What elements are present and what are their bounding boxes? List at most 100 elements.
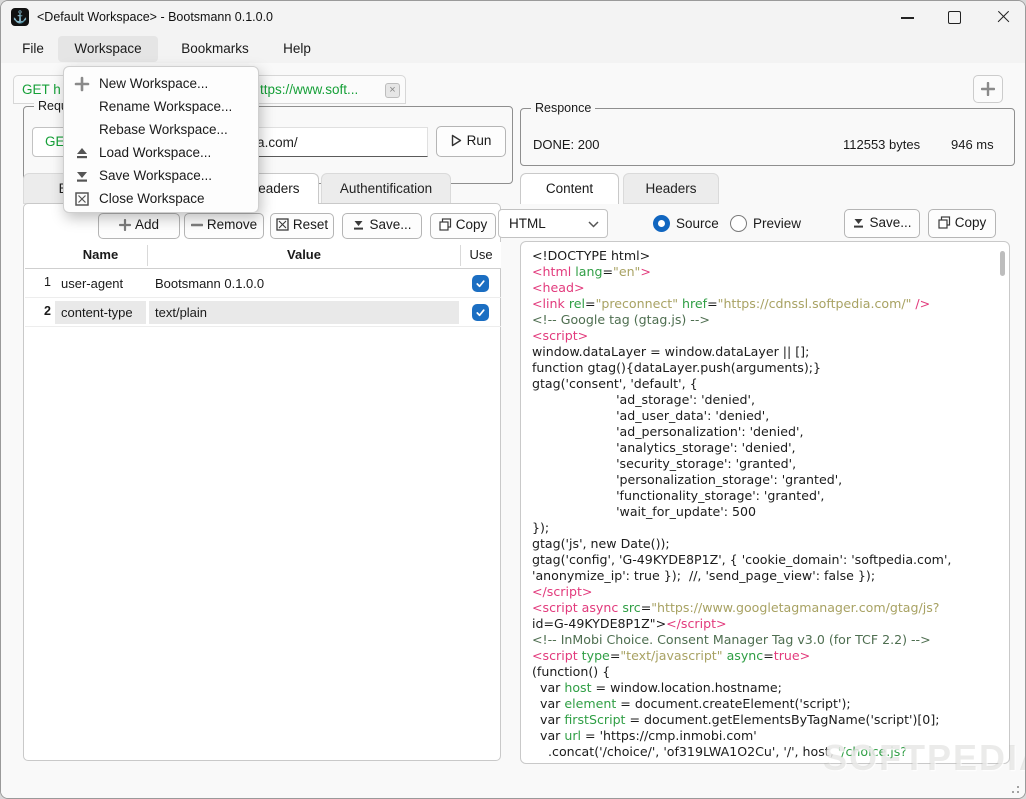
minimize-button[interactable] [885,1,931,33]
source-radio[interactable] [653,215,670,232]
code-line: 'analytics_storage': 'denied', [532,440,796,455]
code-line: id=G-49KYDE8P1Z"></script> [532,616,727,631]
value-cell[interactable]: text/plain [149,301,459,324]
copy-button[interactable]: Copy [430,213,496,239]
close-box-icon [75,192,89,206]
code-line: gtag('js', new Date()); [532,536,670,551]
code-line: <script type="text/javascript" async=tru… [532,648,811,663]
code-line: var firstScript = document.getElementsBy… [532,712,940,727]
minus-icon [190,223,204,227]
menu-bookmarks[interactable]: Bookmarks [169,36,261,62]
header-separator [460,245,461,266]
code-line: .concat('/choice/', 'of319LWA1O2Cu', '/'… [532,744,907,759]
run-button[interactable]: Run [436,126,506,157]
save-label: Save... [369,217,412,232]
code-content: <!DOCTYPE html> <html lang="en"> <head> <li… [532,248,1002,760]
copy-label: Copy [455,217,488,232]
code-line: 'ad_storage': 'denied', [532,392,755,407]
source-radio-label[interactable]: Source [676,216,719,231]
code-line: gtag('consent', 'default', { [532,376,698,391]
use-checkbox[interactable] [472,304,489,321]
code-line: <!-- InMobi Choice. Consent Manager Tag … [532,632,931,647]
menu-item-rename-workspace[interactable]: Rename Workspace... [64,95,258,118]
menu-item-new-workspace[interactable]: New Workspace... [64,72,258,95]
response-status: DONE: 200 [533,137,600,152]
workspace-menu: New Workspace... Rename Workspace... Reb… [63,66,259,213]
close-box-icon [276,218,289,231]
tab-content[interactable]: Content [520,173,619,204]
save-icon [77,172,87,182]
copy-icon [439,218,451,231]
remove-label: Remove [206,217,258,232]
response-bytes: 112553 bytes [843,137,921,152]
table-row[interactable]: 1 user-agent Bootsmann 0.1.0.0 [25,269,501,298]
col-name: Name [82,247,119,262]
response-body-viewer[interactable]: <!DOCTYPE html> <html lang="en"> <head> <li… [520,241,1010,764]
code-line: function gtag(){dataLayer.push(arguments… [532,360,822,375]
reset-label: Reset [292,217,329,232]
format-select[interactable]: HTML [498,209,608,238]
response-time: 946 ms [951,137,994,152]
add-button[interactable]: Add [98,213,180,239]
code-line: <html lang="en"> [532,264,651,279]
code-line: var element = document.createElement('sc… [532,696,851,711]
plus-icon [118,218,132,232]
run-label: Run [466,133,492,148]
app-window: ⚓ <Default Workspace> - Bootsmann 0.1.0.… [0,0,1026,799]
plus-icon [980,81,996,97]
menu-help[interactable]: Help [271,36,323,62]
name-cell[interactable]: user-agent [55,272,146,295]
remove-button[interactable]: Remove [184,213,264,239]
save-icon [854,219,864,228]
menu-item-close-workspace[interactable]: Close Workspace [64,187,258,210]
close-button[interactable] [980,1,1025,33]
code-line: 'personalization_storage': 'granted', [532,472,843,487]
eject-icon [77,148,87,159]
vertical-scrollbar[interactable] [1000,251,1005,276]
menu-file[interactable]: File [9,36,57,62]
response-copy-button[interactable]: Copy [928,209,996,238]
table-header: Name Value Use [25,242,501,269]
preview-radio[interactable] [730,215,747,232]
new-tab-button[interactable] [973,75,1003,103]
tab-authentification[interactable]: Authentification [321,173,451,204]
name-cell[interactable]: content-type [55,301,146,324]
copy-icon [938,216,950,229]
code-line: <head> [532,280,585,295]
menu-item-save-workspace[interactable]: Save Workspace... [64,164,258,187]
save-icon [354,221,364,230]
code-line: gtag('config', 'G-49KYDE8P1Z', { 'cookie… [532,552,952,567]
menu-item-rebase-workspace[interactable]: Rebase Workspace... [64,118,258,141]
resize-grip[interactable] [1007,781,1019,793]
save-button[interactable]: Save... [342,213,422,239]
code-line: 'security_storage': 'granted', [532,456,797,471]
row-number: 2 [44,304,51,318]
add-label: Add [134,217,160,232]
preview-radio-label[interactable]: Preview [753,216,801,231]
code-line: <script> [532,328,589,343]
code-line: 'ad_user_data': 'denied', [532,408,770,423]
format-value: HTML [509,216,546,231]
code-line: 'anonymize_ip': true }); //, 'send_page_… [532,568,876,583]
code-line: window.dataLayer = window.dataLayer || [… [532,344,810,359]
menu-workspace[interactable]: Workspace [58,36,158,62]
reset-button[interactable]: Reset [270,213,334,239]
header-separator [147,245,148,266]
use-checkbox[interactable] [472,275,489,292]
col-use: Use [469,247,493,262]
check-icon [476,280,485,288]
table-row[interactable]: 2 content-type text/plain [25,298,501,327]
code-line: <!-- Google tag (gtag.js) --> [532,312,710,327]
tab-response-headers[interactable]: Headers [623,173,719,204]
value-cell[interactable]: Bootsmann 0.1.0.0 [149,272,459,295]
response-save-button[interactable]: Save... [844,209,920,238]
row-number: 1 [44,275,51,289]
response-group-label: Responce [531,101,596,115]
maximize-button[interactable] [931,1,977,33]
title-bar: ⚓ <Default Workspace> - Bootsmann 0.1.0.… [1,1,1025,33]
tab-close-icon[interactable]: × [385,83,400,98]
menu-item-load-workspace[interactable]: Load Workspace... [64,141,258,164]
play-icon [451,134,461,147]
chevron-down-icon [588,221,599,228]
response-copy-label: Copy [954,215,987,230]
